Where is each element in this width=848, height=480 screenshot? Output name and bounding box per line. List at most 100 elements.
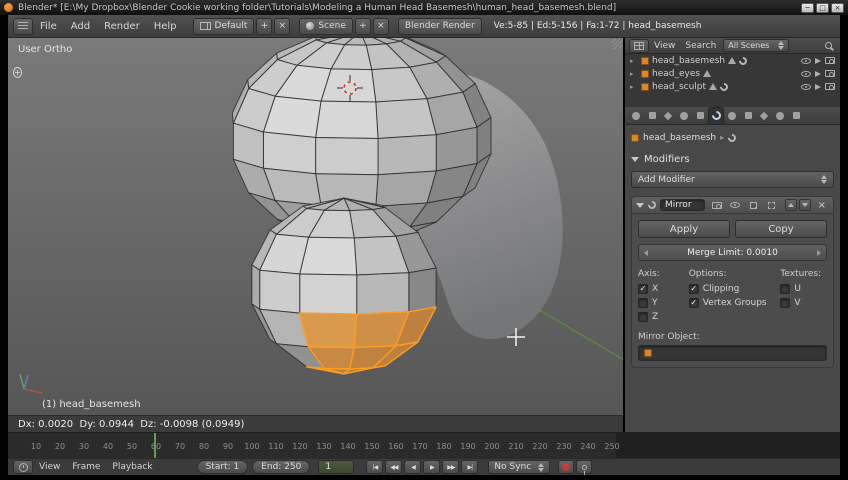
tab-world[interactable] xyxy=(660,107,676,125)
tab-object[interactable] xyxy=(676,107,692,125)
minimize-button[interactable]: ─ xyxy=(801,2,814,13)
checkbox[interactable]: ✓ xyxy=(688,284,699,294)
move-modifier-up-button[interactable] xyxy=(784,199,797,211)
play-button[interactable]: ▶ xyxy=(423,460,441,474)
tab-modifiers[interactable] xyxy=(708,106,724,125)
modifiers-panel-header[interactable]: Modifiers xyxy=(631,152,834,166)
slider-increase-icon[interactable] xyxy=(817,249,821,256)
texture-v-checkbox[interactable]: ✓ V xyxy=(780,296,827,310)
collapse-icon[interactable] xyxy=(631,156,639,162)
add-modifier-button[interactable]: Add Modifier xyxy=(631,171,834,188)
close-button[interactable]: × xyxy=(831,2,844,13)
checkbox[interactable]: ✓ xyxy=(780,284,791,294)
disclosure-icon[interactable]: ▸ xyxy=(630,70,638,78)
editmode-display-toggle[interactable] xyxy=(747,199,760,212)
renderability-icon[interactable] xyxy=(825,70,835,77)
checkbox[interactable]: ✓ xyxy=(638,284,648,294)
visibility-icon[interactable] xyxy=(801,83,811,90)
selectability-icon[interactable] xyxy=(815,70,821,77)
mirror-object-field[interactable] xyxy=(638,345,827,361)
jump-to-end-button[interactable]: ▶| xyxy=(461,460,479,474)
scene-select[interactable]: Scene xyxy=(299,17,353,35)
selectability-icon[interactable] xyxy=(815,83,821,90)
move-modifier-down-button[interactable] xyxy=(798,199,811,211)
checkbox[interactable]: ✓ xyxy=(638,298,648,308)
delete-scene-button[interactable]: × xyxy=(372,17,389,35)
mirror-modifier-header[interactable]: Mirror × xyxy=(632,197,833,214)
disclosure-icon[interactable]: ▸ xyxy=(630,83,638,91)
merge-limit-slider[interactable]: Merge Limit: 0.0010 xyxy=(638,244,827,261)
cage-display-toggle[interactable] xyxy=(765,199,778,212)
menu-add[interactable]: Add xyxy=(64,21,97,32)
timeline-menu-frame[interactable]: Frame xyxy=(66,462,106,472)
tab-physics[interactable] xyxy=(788,107,804,125)
current-frame-field[interactable]: 1 xyxy=(318,460,355,474)
tab-particles[interactable] xyxy=(772,107,788,125)
outliner-item-head-sculpt[interactable]: ▸ head_sculpt xyxy=(625,80,840,93)
keying-set-button[interactable] xyxy=(576,460,593,475)
menu-render[interactable]: Render xyxy=(97,21,147,32)
outliner-item-head-eyes[interactable]: ▸ head_eyes xyxy=(625,67,840,80)
maximize-button[interactable]: □ xyxy=(816,2,829,13)
jump-to-start-button[interactable]: |◀ xyxy=(366,460,384,474)
visibility-icon[interactable] xyxy=(801,70,811,77)
viewport-3d[interactable]: User Ortho + (1) head_basemesh xyxy=(8,38,623,415)
visibility-icon[interactable] xyxy=(801,57,811,64)
tab-object-data[interactable] xyxy=(724,107,740,125)
tab-material[interactable] xyxy=(740,107,756,125)
timeline-type-button[interactable] xyxy=(13,460,33,474)
end-frame-field[interactable]: End: 250 xyxy=(252,460,311,474)
checkbox[interactable]: ✓ xyxy=(638,312,648,322)
render-engine-select[interactable]: Blender Render xyxy=(397,17,482,35)
menu-file[interactable]: File xyxy=(33,21,64,32)
checkbox[interactable]: ✓ xyxy=(688,298,699,308)
axis-y-checkbox[interactable]: ✓ Y xyxy=(638,296,683,310)
apply-button[interactable]: Apply xyxy=(638,220,730,238)
outliner-type-button[interactable] xyxy=(629,38,649,53)
modifier-name-field[interactable]: Mirror xyxy=(660,199,705,211)
delete-layout-button[interactable]: × xyxy=(274,17,291,35)
tab-texture[interactable] xyxy=(756,107,772,125)
clipping-checkbox[interactable]: ✓ Clipping xyxy=(688,282,775,296)
axis-x-checkbox[interactable]: ✓ X xyxy=(638,282,683,296)
copy-button[interactable]: Copy xyxy=(735,220,827,238)
checkbox[interactable]: ✓ xyxy=(780,298,791,308)
outliner-display-mode-select[interactable]: All Scenes xyxy=(723,39,790,52)
collapse-icon[interactable] xyxy=(636,202,644,208)
selectability-icon[interactable] xyxy=(815,57,821,64)
disclosure-icon[interactable]: ▸ xyxy=(630,57,638,65)
outliner-menu-search[interactable]: Search xyxy=(680,41,721,51)
timeline-menu-playback[interactable]: Playback xyxy=(106,462,158,472)
sync-mode-select[interactable]: No Sync xyxy=(488,460,551,474)
timeline-menu-view[interactable]: View xyxy=(33,462,66,472)
vertex-groups-checkbox[interactable]: ✓ Vertex Groups xyxy=(688,296,775,310)
timeline-ruler[interactable]: 10 20 30 40 50 60 70 80 90 100 110 120 130 140 150 160 1… xyxy=(8,432,840,458)
editor-type-button[interactable] xyxy=(13,17,33,35)
add-layout-button[interactable]: + xyxy=(256,17,273,35)
add-scene-button[interactable]: + xyxy=(354,17,371,35)
texture-u-checkbox[interactable]: ✓ U xyxy=(780,282,827,296)
start-frame-field[interactable]: Start: 1 xyxy=(196,460,249,474)
area-resize-grip[interactable] xyxy=(612,39,622,49)
previous-keyframe-button[interactable]: ◀◀ xyxy=(385,460,403,474)
toolshelf-expand-icon[interactable]: + xyxy=(13,60,22,79)
outliner: View Search All Scenes ▸ head_basemesh ▸… xyxy=(625,38,840,107)
viewport-canvas[interactable] xyxy=(8,38,623,415)
renderability-icon[interactable] xyxy=(825,83,835,90)
search-icon[interactable] xyxy=(825,42,832,49)
renderability-icon[interactable] xyxy=(825,57,835,64)
tab-scene[interactable] xyxy=(644,107,660,125)
record-button[interactable] xyxy=(558,460,575,474)
axis-z-checkbox[interactable]: ✓ Z xyxy=(638,310,683,324)
screen-layout-select[interactable]: Default xyxy=(192,17,255,35)
play-reverse-button[interactable]: ◀ xyxy=(404,460,422,474)
tab-render[interactable] xyxy=(628,107,644,125)
outliner-menu-view[interactable]: View xyxy=(649,41,680,51)
next-keyframe-button[interactable]: ▶▶ xyxy=(442,460,460,474)
viewport-visibility-toggle[interactable] xyxy=(729,199,742,212)
render-visibility-toggle[interactable] xyxy=(711,199,724,212)
delete-modifier-button[interactable]: × xyxy=(815,200,829,211)
outliner-item-head-basemesh[interactable]: ▸ head_basemesh xyxy=(625,54,840,67)
menu-help[interactable]: Help xyxy=(147,21,184,32)
tab-constraints[interactable] xyxy=(692,107,708,125)
